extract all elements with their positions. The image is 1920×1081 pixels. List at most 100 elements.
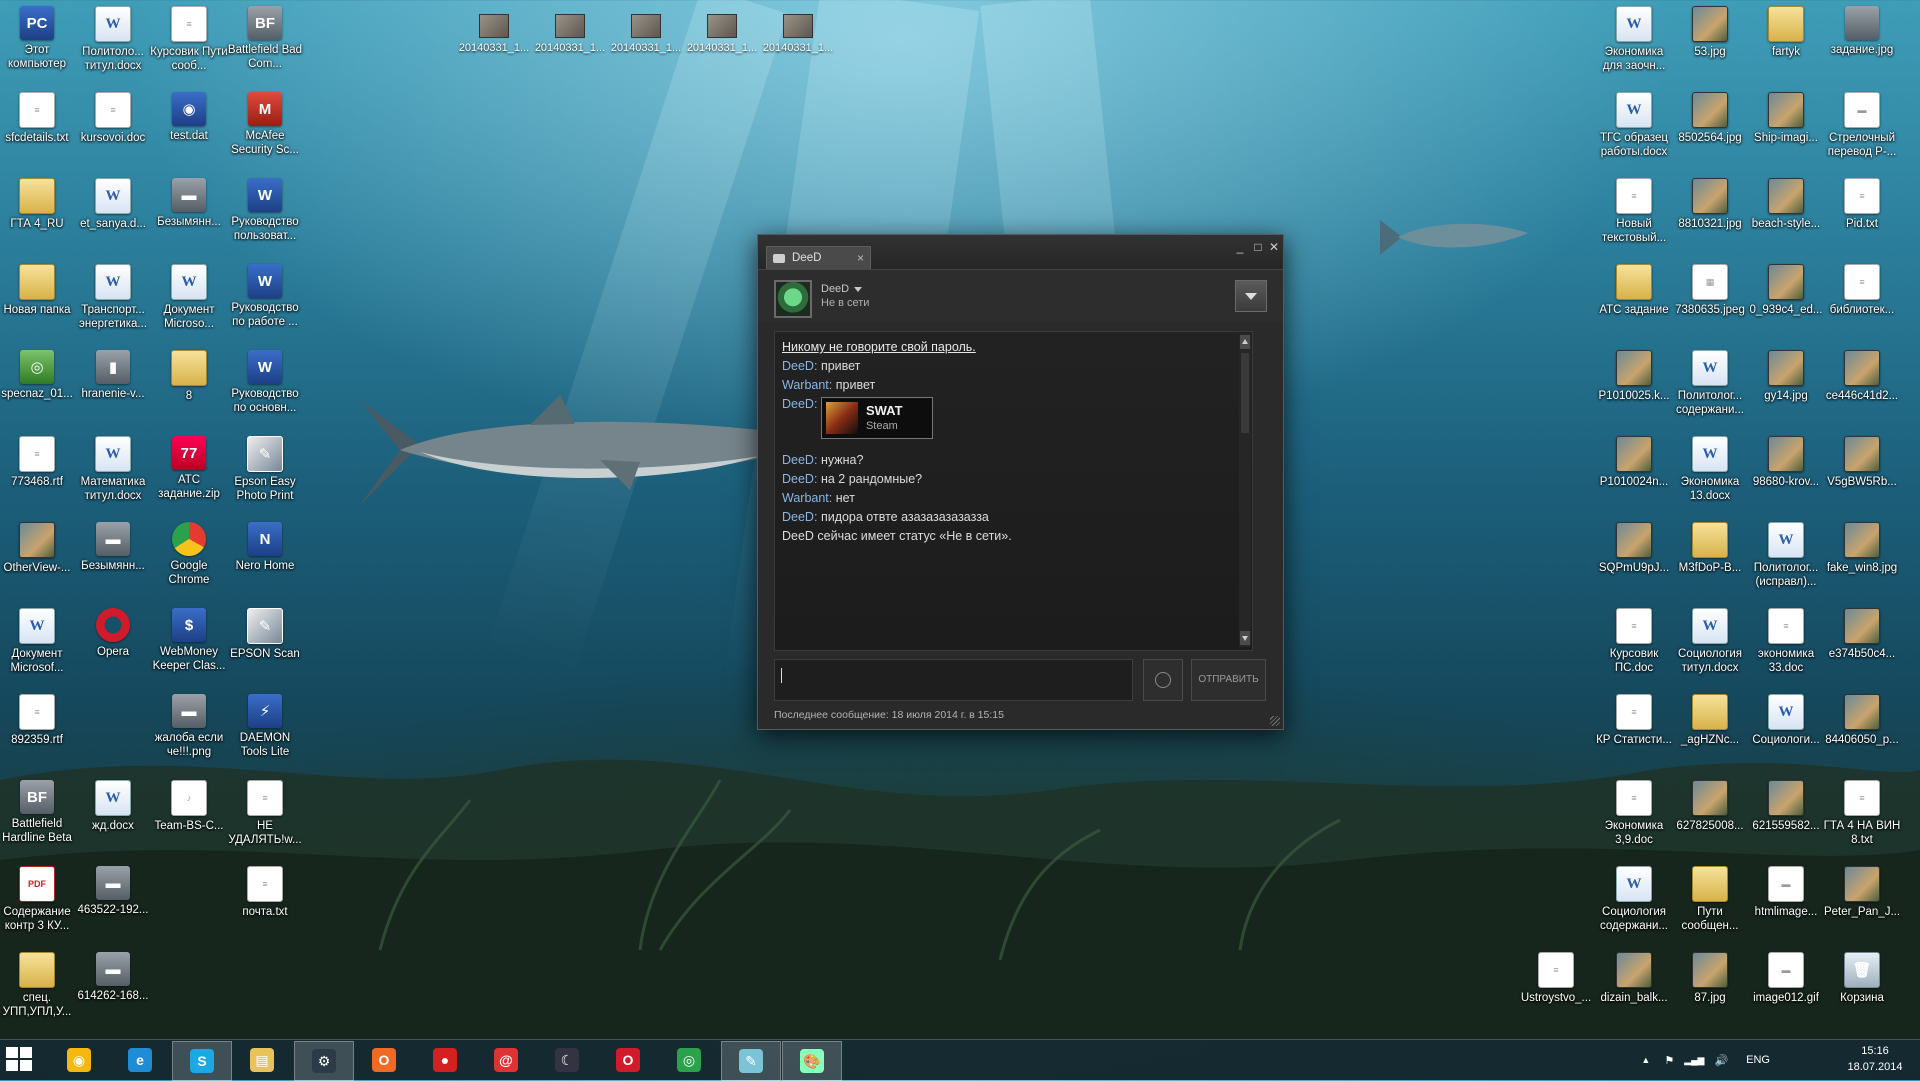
desktop-icon[interactable]: ▬ 614262-168...	[74, 948, 152, 1003]
message-author[interactable]: DeeD	[782, 453, 814, 467]
desktop-icon[interactable]: W Политолог... (исправл)...	[1747, 518, 1825, 589]
desktop-icon[interactable]: dizain_balk...	[1595, 948, 1673, 1005]
desktop-icon[interactable]: ≡ 892359.rtf	[0, 690, 76, 747]
taskbar-steam-button[interactable]: ⚙	[294, 1041, 354, 1081]
desktop-icon[interactable]: P1010025.k...	[1595, 346, 1673, 403]
desktop-icon[interactable]: W Руководство по работе ...	[226, 260, 304, 329]
taskbar-paint-button[interactable]: 🎨	[782, 1041, 842, 1081]
desktop-icon[interactable]: W Социология титул.docx	[1671, 604, 1749, 675]
scroll-up-button[interactable]	[1240, 335, 1250, 349]
desktop-icon[interactable]: спец. УПП,УПЛ,У...	[0, 948, 76, 1019]
desktop-icon[interactable]: ▦ 7380635.jpeg	[1671, 260, 1749, 317]
desktop-icon[interactable]: W Социология содержани...	[1595, 862, 1673, 933]
desktop-icon[interactable]: 87.jpg	[1671, 948, 1749, 1005]
desktop-icon[interactable]: V5gBW5Rb...	[1823, 432, 1901, 489]
desktop-icon[interactable]: ≡ ГТА 4 НА ВИН 8.txt	[1823, 776, 1901, 847]
desktop-icon[interactable]: W Политоло... титул.docx	[74, 2, 152, 73]
desktop-icon[interactable]: ▬ 463522-192...	[74, 862, 152, 917]
desktop-icon[interactable]: АТС задание	[1595, 260, 1673, 317]
desktop-icon[interactable]: _agHZNc...	[1671, 690, 1749, 747]
desktop-icon[interactable]: W Руководство по основн...	[226, 346, 304, 415]
image-thumbnail[interactable]: 20140331_1...	[534, 10, 606, 54]
chat-log[interactable]: Никому не говорите свой пароль. DeeD: пр…	[774, 331, 1253, 651]
desktop-icon[interactable]: ≡ экономика 33.doc	[1747, 604, 1825, 675]
desktop-icon[interactable]: ≡ Экономика 3,9.doc	[1595, 776, 1673, 847]
taskbar-moon-app-button[interactable]: ☾	[538, 1041, 596, 1079]
desktop-icon[interactable]: ≡ библиотек...	[1823, 260, 1901, 317]
desktop-icon[interactable]: ГТА 4_RU	[0, 174, 76, 231]
message-author[interactable]: Warbant	[782, 491, 829, 505]
taskbar-internet-explorer-button[interactable]: e	[111, 1041, 169, 1079]
desktop-icon[interactable]: Peter_Pan_J...	[1823, 862, 1901, 919]
desktop-icon[interactable]: W ТГС образец работы.docx	[1595, 88, 1673, 159]
start-button[interactable]	[6, 1047, 34, 1073]
desktop-icon[interactable]: BF Battlefield Hardline Beta	[0, 776, 76, 845]
chat-scrollbar[interactable]	[1239, 333, 1251, 647]
desktop-icon[interactable]: ≡ 773468.rtf	[0, 432, 76, 489]
desktop-icon[interactable]: W Социологи...	[1747, 690, 1825, 747]
desktop-icon[interactable]: ≡ Курсовик ПС.doc	[1595, 604, 1673, 675]
desktop-icon[interactable]: W Математика титул.docx	[74, 432, 152, 503]
desktop-icon[interactable]: OtherView-...	[0, 518, 76, 575]
desktop-icon[interactable]: 77 АТС задание.zip	[150, 432, 228, 501]
desktop-icon[interactable]: Пути сообщен...	[1671, 862, 1749, 933]
taskbar-skype-button[interactable]: S	[172, 1041, 232, 1081]
image-thumbnail[interactable]: 20140331_1...	[686, 10, 758, 54]
desktop-icon[interactable]: Новая папка	[0, 260, 76, 317]
desktop-icon[interactable]: gy14.jpg	[1747, 346, 1825, 403]
chat-tab-deed[interactable]: DeeD ×	[766, 246, 871, 269]
desktop-icon[interactable]: 627825008...	[1671, 776, 1749, 833]
desktop-icon[interactable]: 53.jpg	[1671, 2, 1749, 59]
desktop-icon[interactable]: 621559582...	[1747, 776, 1825, 833]
desktop-icon[interactable]: ce446c41d2...	[1823, 346, 1901, 403]
desktop-icon[interactable]: W Экономика 13.docx	[1671, 432, 1749, 503]
desktop-icon[interactable]: PDF Содержание контр 3 КУ...	[0, 862, 76, 933]
desktop-icon[interactable]: ≡ НЕ УДАЛЯТЬ!w...	[226, 776, 304, 847]
desktop-icon[interactable]: ≡ Ustroystvo_...	[1517, 948, 1595, 1005]
close-tab-icon[interactable]: ×	[857, 251, 864, 265]
desktop-icon[interactable]: ≡ Курсовик Пути сооб...	[150, 2, 228, 73]
scroll-thumb[interactable]	[1241, 353, 1249, 433]
desktop-icon[interactable]: ▬ Безымянн...	[150, 174, 228, 229]
volume-icon[interactable]: 🔊	[1714, 1054, 1728, 1067]
desktop-icon[interactable]: SQPmU9pJ...	[1595, 518, 1673, 575]
desktop-icon[interactable]: W Документ Microso...	[150, 260, 228, 331]
taskbar-origin-button[interactable]: O	[355, 1041, 413, 1079]
desktop-icon[interactable]: P1010024n...	[1595, 432, 1673, 489]
desktop-icon[interactable]: ▮ hranenie-v...	[74, 346, 152, 401]
desktop-icon[interactable]: 8502564.jpg	[1671, 88, 1749, 145]
desktop-icon[interactable]: fake_win8.jpg	[1823, 518, 1901, 575]
minimize-button[interactable]: _	[1233, 240, 1247, 254]
desktop-icon[interactable]: fartyk	[1747, 2, 1825, 59]
show-hidden-icons-button[interactable]: ▲	[1641, 1055, 1650, 1065]
close-window-button[interactable]: ✕	[1267, 240, 1281, 254]
desktop-icon[interactable]: 98680-krov...	[1747, 432, 1825, 489]
language-indicator[interactable]: ENG	[1746, 1054, 1770, 1066]
friend-name[interactable]: DeeD	[821, 283, 863, 295]
action-center-flag-icon[interactable]: ⚑	[1664, 1054, 1674, 1067]
network-signal-icon[interactable]: ▂▄▆	[1684, 1055, 1704, 1066]
maximize-button[interactable]: □	[1251, 240, 1265, 254]
desktop-icon[interactable]: 8	[150, 346, 228, 403]
desktop-icon[interactable]: e374b50c4...	[1823, 604, 1901, 661]
image-thumbnail[interactable]: 20140331_1...	[762, 10, 834, 54]
game-invite-card[interactable]: SWAT Steam	[820, 397, 933, 439]
desktop-icon[interactable]: ▬ жалоба если че!!!.png	[150, 690, 228, 759]
clock[interactable]: 15:16 18.07.2014	[1840, 1043, 1910, 1075]
image-thumbnail[interactable]: 20140331_1...	[458, 10, 530, 54]
desktop-icon[interactable]: задание.jpg	[1823, 2, 1901, 57]
resize-grip[interactable]	[1270, 716, 1280, 726]
taskbar-file-explorer-button[interactable]: ▤	[233, 1041, 291, 1079]
message-input[interactable]	[774, 659, 1133, 701]
taskbar-notes-button[interactable]: ✎	[721, 1041, 781, 1081]
desktop-icon[interactable]: Ship-imagi...	[1747, 88, 1825, 145]
message-author[interactable]: Warbant	[782, 378, 829, 392]
desktop-icon[interactable]: ✎ EPSON Scan	[226, 604, 304, 661]
desktop-icon[interactable]: ▬ Стрелочный перевод Р-...	[1823, 88, 1901, 159]
password-warning-link[interactable]: Никому не говорите свой пароль.	[782, 340, 976, 354]
desktop-icon[interactable]: ♪ Team-BS-C...	[150, 776, 228, 833]
desktop-icon[interactable]: W Политолог... содержани...	[1671, 346, 1749, 417]
desktop-icon[interactable]: ⚡ DAEMON Tools Lite	[226, 690, 304, 759]
taskbar-opera-button[interactable]: O	[599, 1041, 657, 1079]
emoticon-button[interactable]	[1143, 659, 1183, 701]
